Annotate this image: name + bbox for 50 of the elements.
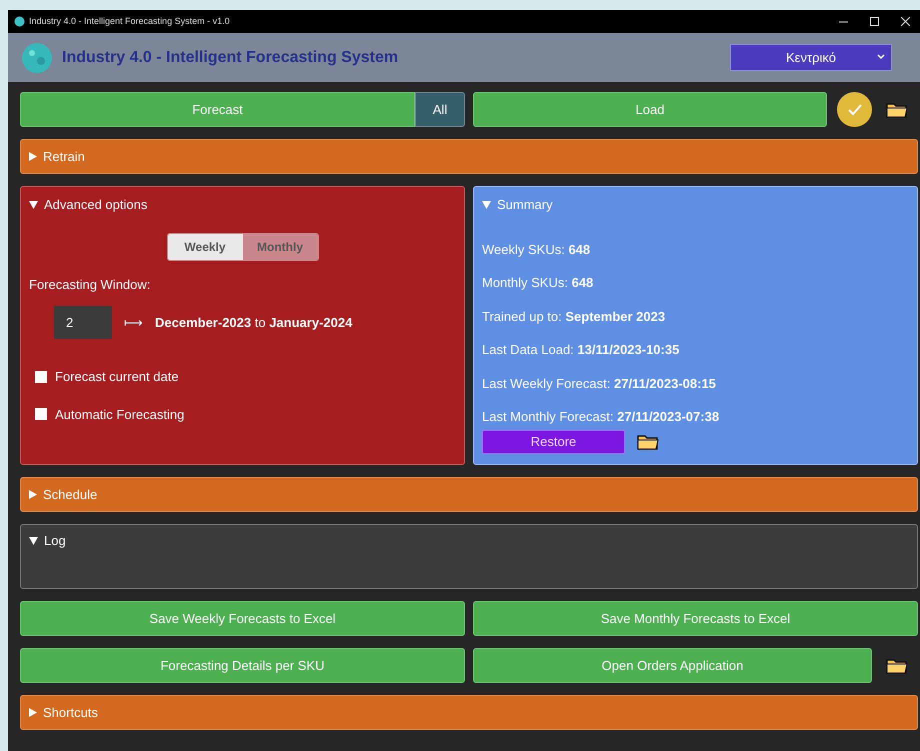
export-button[interactable]: Save Weekly Forecasts to Excel — [20, 601, 465, 636]
folder-icon[interactable] — [886, 101, 908, 118]
section-title: Retrain — [43, 148, 85, 166]
checkbox[interactable] — [35, 408, 47, 420]
folder-icon[interactable] — [637, 433, 659, 450]
export-button[interactable]: Save Monthly Forecasts to Excel — [473, 601, 918, 636]
app-icon — [14, 16, 25, 27]
app-title: Industry 4.0 - Intelligent Forecasting System — [62, 48, 398, 68]
load-button[interactable]: Load — [473, 92, 827, 127]
section-title: Shortcuts — [43, 704, 98, 722]
collapsible-bar[interactable]: Retrain — [20, 139, 918, 174]
tool-button[interactable]: Open Orders Application — [473, 648, 872, 683]
checkbox-label: Forecast current date — [55, 368, 179, 386]
expanded-triangle-icon[interactable] — [29, 200, 38, 209]
checkbox-label: Automatic Forecasting — [55, 406, 184, 424]
folder-icon[interactable] — [886, 657, 908, 674]
collapsible-bar[interactable]: Shortcuts — [20, 695, 918, 730]
expanded-triangle-icon[interactable] — [29, 536, 38, 545]
panel-title[interactable]: Log — [44, 531, 66, 550]
checkbox[interactable] — [35, 370, 47, 383]
summary-line: Trained up to: September 2023 — [482, 308, 666, 326]
collapsible-bar[interactable]: Schedule — [20, 477, 918, 512]
forecast-button[interactable]: Forecast — [20, 92, 415, 127]
collapsed-triangle-icon[interactable] — [29, 152, 37, 161]
summary-line: Last Monthly Forecast: 27/11/2023-07:38 — [482, 408, 720, 426]
caret-icon — [877, 54, 885, 60]
section-title: Schedule — [43, 486, 98, 504]
summary-line: Monthly SKUs: 648 — [482, 274, 594, 292]
arrow-symbol: ⟼ — [124, 314, 143, 332]
window-title: Industry 4.0 - Intelligent Forecasting System - v1.0 — [29, 14, 230, 28]
summary-line: Last Data Load: 13/11/2023-10:35 — [482, 341, 680, 359]
restore-button[interactable]: Restore — [482, 430, 625, 454]
field-label: Forecasting Window: — [29, 276, 152, 294]
summary-line: Weekly SKUs: 648 — [482, 240, 592, 259]
tool-button[interactable]: Forecasting Details per SKU — [20, 648, 465, 683]
number-field[interactable]: 2 — [54, 306, 112, 339]
panel-title[interactable]: Summary — [497, 195, 553, 214]
checkmark-icon — [848, 104, 862, 116]
panel-title[interactable]: Advanced options — [44, 195, 148, 214]
logo-icon — [20, 40, 54, 74]
collapsed-triangle-icon[interactable] — [29, 490, 37, 499]
site-select[interactable]: Κεντρικό — [730, 44, 892, 71]
collapsed-triangle-icon[interactable] — [29, 708, 37, 717]
date-range-text: December-2023 to January-2024 — [155, 314, 352, 332]
summary-line: Last Weekly Forecast: 27/11/2023-08:15 — [482, 374, 717, 393]
segment-tab[interactable]: Monthly — [242, 234, 318, 260]
maximize-icon[interactable] — [870, 17, 879, 26]
segment-tab[interactable]: Weekly — [168, 234, 242, 260]
close-icon[interactable] — [901, 17, 910, 26]
scope-button[interactable]: All — [415, 92, 465, 127]
